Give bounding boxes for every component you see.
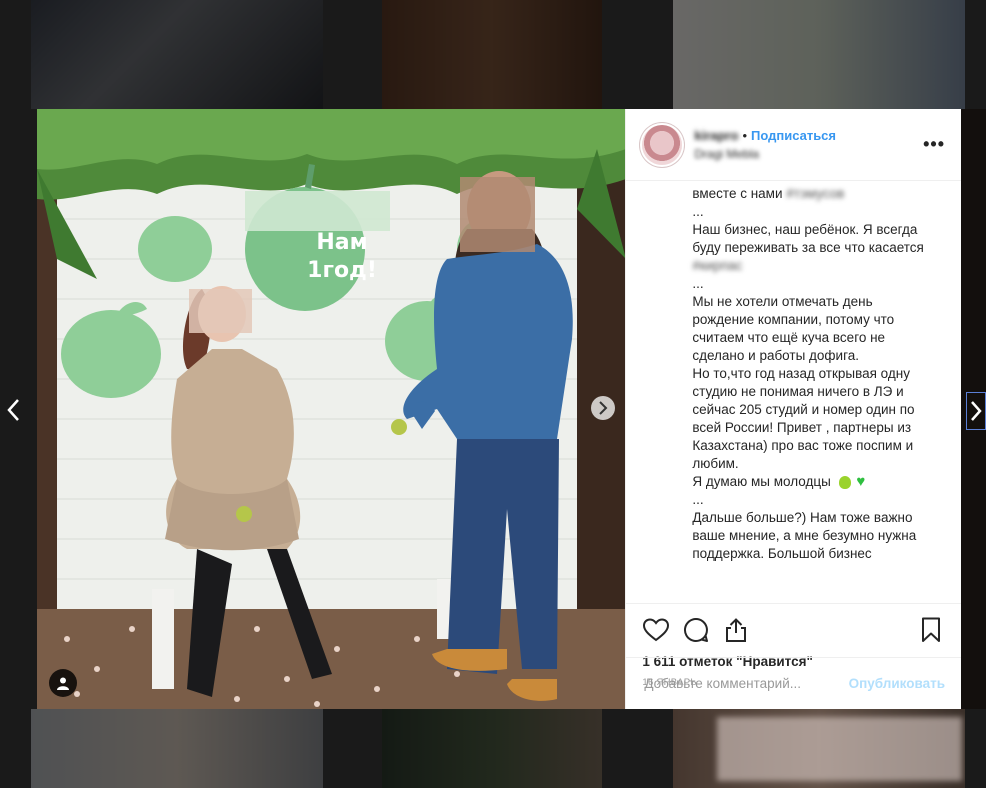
separator: • <box>742 128 747 143</box>
follow-button[interactable]: Подписаться <box>751 128 836 143</box>
more-options-icon[interactable]: ••• <box>923 134 945 155</box>
grid-photo[interactable] <box>31 709 323 788</box>
blurred-tag[interactable]: #кирпас <box>692 257 937 275</box>
caption-line: Я думаю мы молодцы <box>692 474 831 489</box>
green-apple-icon <box>838 475 851 489</box>
chevron-right-icon[interactable] <box>966 392 986 430</box>
comment-icon[interactable] <box>682 616 710 644</box>
grid-photo[interactable] <box>382 709 602 788</box>
comment-form: Опубликовать <box>626 657 961 709</box>
green-heart-icon: ♥ <box>856 473 866 491</box>
share-icon[interactable] <box>722 616 750 644</box>
grid-photo[interactable] <box>673 0 965 109</box>
post-modal: Нам 1год! kirapro • Подписаться Dragi Me… <box>37 109 961 709</box>
heart-icon[interactable] <box>642 616 670 644</box>
caption-line: Мы не хотели отмечать день рождение комп… <box>692 294 895 363</box>
blurred-tag[interactable]: #тэмусов <box>786 186 844 201</box>
username[interactable]: kirapro <box>694 128 738 143</box>
location-link[interactable]: Dragi Mebla <box>694 147 923 161</box>
caption-line: Наш бизнес, наш ребёнок. Я всегда буду п… <box>692 222 924 255</box>
user-icon[interactable] <box>49 669 77 697</box>
comment-input[interactable] <box>642 675 849 692</box>
caption-line: ... <box>692 204 704 219</box>
grid-photo[interactable] <box>31 0 323 109</box>
caption-line: Но то,что год назад открывая одну студию… <box>692 366 915 471</box>
avatar[interactable] <box>642 124 683 165</box>
caption-line: ... <box>692 492 704 508</box>
caption: вместе с нами #тэмусов ... Наш бизнес, н… <box>626 181 961 603</box>
grid-photo[interactable] <box>382 0 602 109</box>
post-sidebar: kirapro • Подписаться Dragi Mebla ••• вм… <box>625 109 961 709</box>
post-header: kirapro • Подписаться Dragi Mebla ••• <box>626 109 961 181</box>
sign-text: Нам 1год! <box>307 230 377 283</box>
caption-line: Дальше больше?) Нам тоже важно ваше мнен… <box>692 510 917 562</box>
caption-line: вместе с нами <box>692 186 783 201</box>
publish-button[interactable]: Опубликовать <box>849 676 945 691</box>
chevron-left-icon[interactable] <box>2 392 24 428</box>
caption-line: ... <box>692 276 704 291</box>
bookmark-icon[interactable] <box>917 616 945 644</box>
post-photo[interactable]: Нам 1год! <box>37 109 626 709</box>
grid-photo[interactable] <box>673 709 965 788</box>
